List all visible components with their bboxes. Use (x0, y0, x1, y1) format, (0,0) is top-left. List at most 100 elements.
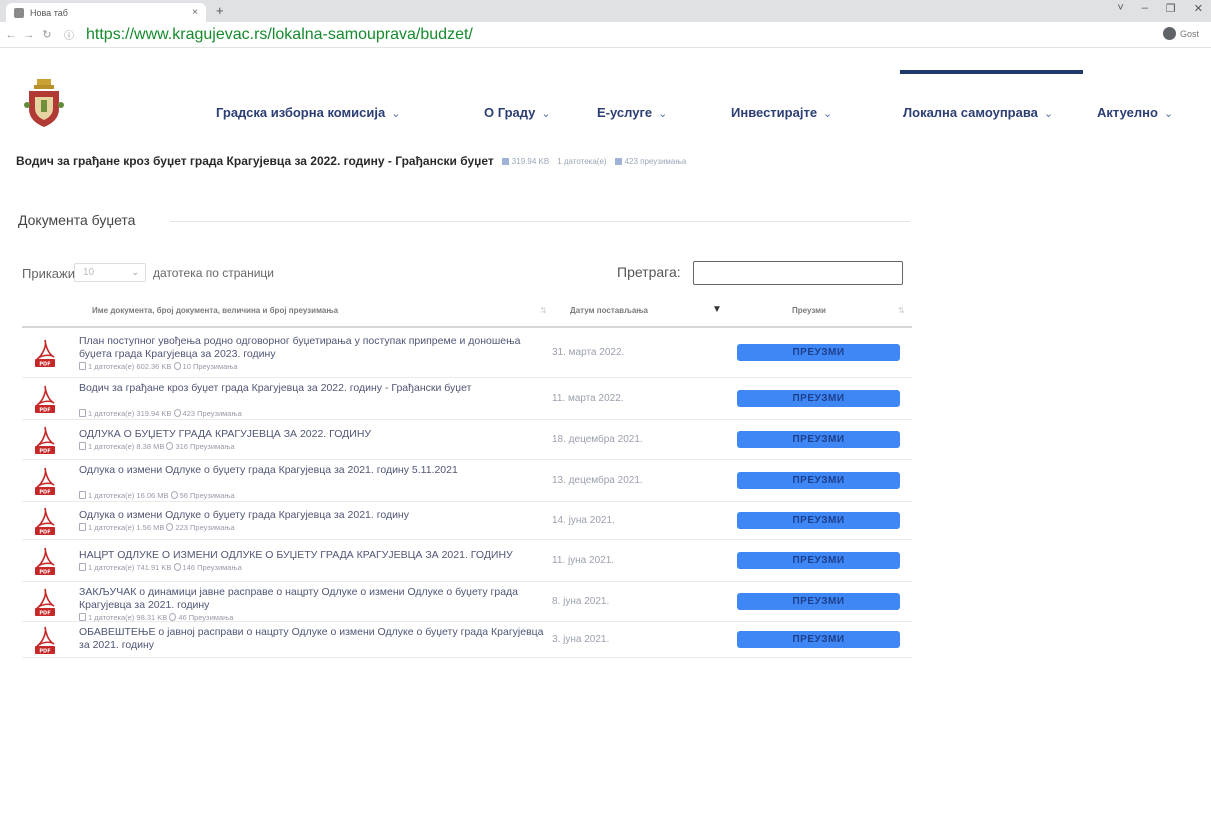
search-input[interactable] (693, 261, 903, 285)
header-document-name[interactable]: Име документа, број документа, величина … (92, 306, 338, 315)
nav-invest[interactable]: Инвестирајте ⌄ (731, 105, 832, 120)
download-count-icon (166, 523, 174, 531)
tab-close-icon[interactable]: × (192, 7, 198, 18)
window-controls: ˅ – ❐ ✕ (1117, 2, 1203, 15)
nav-election-commission[interactable]: Градска изборна комисија ⌄ (216, 105, 400, 120)
sort-icon[interactable]: ⇅ (540, 306, 547, 315)
close-window-icon[interactable]: ✕ (1194, 2, 1203, 15)
chevron-down-icon: ⌄ (823, 108, 833, 120)
table-controls: Прикажи 10 ⌄ датотека по страници Претра… (22, 261, 912, 286)
download-button[interactable]: ПРЕУЗМИ (737, 593, 900, 610)
forward-icon[interactable]: → (22, 29, 36, 41)
new-tab-icon[interactable]: + (216, 3, 224, 19)
table-row: PDF Одлука о измени Одлуке о буџету града… (22, 502, 912, 540)
document-meta: 1 датотека(е) 602.36 KB 10 Преузимања (79, 362, 238, 371)
document-meta: 1 датотека(е) 98.31 KB 46 Преузимања (79, 613, 233, 622)
document-file-count: 1 датотека(е) (88, 491, 135, 500)
header-download[interactable]: Преузми (792, 306, 826, 315)
document-downloads: 56 Преузимања (179, 491, 235, 500)
tab-search-icon[interactable]: ˅ (1117, 2, 1123, 15)
download-button[interactable]: ПРЕУЗМИ (737, 512, 900, 529)
svg-text:PDF: PDF (39, 408, 50, 414)
browser-tab-strip: Нова таб × + ˅ – ❐ ✕ (0, 0, 1211, 22)
document-date: 18. децембра 2021. (552, 434, 643, 445)
title-meta-files: 1 датотека(е) (557, 156, 607, 166)
title-meta-size: 319.94 KB (501, 157, 549, 166)
profile-button[interactable]: Gost (1162, 27, 1199, 40)
site-info-icon[interactable]: ⓘ (64, 27, 74, 42)
nav-local-government[interactable]: Локална самоуправа ⌄ (903, 105, 1053, 120)
document-file-count: 1 датотека(е) (88, 523, 135, 532)
document-date: 11. марта 2022. (552, 393, 624, 404)
document-date: 14. јуна 2021. (552, 515, 615, 526)
file-icon (79, 442, 86, 450)
reload-icon[interactable]: ↻ (40, 28, 54, 41)
chevron-down-icon: ⌄ (131, 267, 139, 277)
file-icon (79, 523, 86, 531)
back-icon[interactable]: ← (4, 29, 18, 41)
document-downloads: 223 Преузимања (175, 523, 235, 532)
chevron-down-icon: ⌄ (1043, 108, 1054, 120)
document-size: 16.06 MB (136, 491, 169, 500)
chevron-down-icon: ⌄ (658, 108, 668, 120)
active-nav-indicator (900, 70, 1083, 74)
browser-toolbar: ← → ↻ ⓘ https://www.kragujevac.rs/lokaln… (0, 22, 1211, 48)
svg-text:PDF: PDF (39, 570, 50, 576)
nav-e-services[interactable]: Е-услуге ⌄ (597, 105, 667, 120)
document-title-link[interactable]: ЗАКЉУЧАК о динамици јавне расправе о нац… (79, 586, 549, 612)
document-meta: 1 датотека(е) 8.38 MB 316 Преузимања (79, 442, 235, 451)
document-downloads: 316 Преузимања (175, 442, 235, 451)
document-title-link[interactable]: План поступног увођења родно одговорног … (79, 335, 549, 361)
minimize-icon[interactable]: – (1142, 2, 1148, 15)
table-row: PDF НАЦРТ ОДЛУКЕ О ИЗМЕНИ ОДЛУКЕ О БУЏЕТУ… (22, 540, 912, 582)
document-title-link[interactable]: Водич за грађане кроз буџет града Крагуј… (79, 382, 549, 395)
page-size-select[interactable]: 10 ⌄ (74, 263, 146, 282)
pdf-icon: PDF (35, 426, 55, 455)
document-downloads: 10 Преузимања (182, 362, 238, 371)
nav-news[interactable]: Актуелно ⌄ (1097, 105, 1173, 120)
page-title[interactable]: Водич за грађане кроз буџет града Крагуј… (16, 154, 494, 168)
document-size: 1.56 MB (136, 523, 165, 532)
pdf-icon: PDF (35, 626, 55, 655)
sort-icon[interactable]: ⇅ (898, 306, 905, 315)
document-title-link[interactable]: ОБАВЕШТЕЊЕ о јавној расправи о нацрту Од… (79, 626, 549, 652)
download-button[interactable]: ПРЕУЗМИ (737, 344, 900, 361)
maximize-icon[interactable]: ❐ (1166, 2, 1176, 15)
section-title: Документа буџета (18, 212, 136, 228)
document-file-count: 1 датотека(е) (88, 442, 135, 451)
browser-tab[interactable]: Нова таб × (6, 3, 206, 22)
document-title-link[interactable]: Одлука о измени Одлуке о буџету града Кр… (79, 509, 549, 522)
document-size: 741.91 KB (136, 563, 172, 572)
document-title-link[interactable]: ОДЛУКА О БУЏЕТУ ГРАДА КРАГУЈЕВЦА ЗА 2022… (79, 428, 549, 441)
document-title-link[interactable]: НАЦРТ ОДЛУКЕ О ИЗМЕНИ ОДЛУКЕ О БУЏЕТУ ГР… (79, 549, 549, 562)
document-date: 13. децембра 2021. (552, 475, 643, 486)
download-button[interactable]: ПРЕУЗМИ (737, 631, 900, 648)
document-downloads: 146 Преузимања (182, 563, 242, 572)
download-button[interactable]: ПРЕУЗМИ (737, 390, 900, 407)
document-size: 8.38 MB (136, 442, 165, 451)
document-date: 8. јуна 2021. (552, 596, 610, 607)
svg-text:PDF: PDF (39, 362, 50, 368)
pdf-icon: PDF (35, 507, 55, 536)
document-file-count: 1 датотека(е) (88, 613, 135, 622)
header-upload-date[interactable]: Датум постављања (570, 306, 648, 315)
sort-desc-icon[interactable]: ▼ (712, 304, 722, 315)
address-bar[interactable]: https://www.kragujevac.rs/lokalna-samoup… (86, 26, 473, 44)
document-file-count: 1 датотека(е) (88, 409, 135, 418)
tab-favicon-icon (14, 7, 24, 18)
document-title-link[interactable]: Одлука о измени Одлуке о буџету града Кр… (79, 464, 549, 477)
nav-about-city[interactable]: О Граду ⌄ (484, 105, 551, 120)
download-button[interactable]: ПРЕУЗМИ (737, 552, 900, 569)
table-row: PDF Водич за грађане кроз буџет града Кра… (22, 378, 912, 420)
download-button[interactable]: ПРЕУЗМИ (737, 472, 900, 489)
chevron-down-icon: ⌄ (1163, 108, 1174, 120)
document-file-count: 1 датотека(е) (88, 362, 135, 371)
file-icon (79, 563, 86, 571)
download-button[interactable]: ПРЕУЗМИ (737, 431, 900, 448)
file-icon (79, 409, 86, 417)
download-count-icon (173, 362, 181, 370)
table-header: Име документа, број документа, величина … (22, 298, 912, 328)
svg-text:PDF: PDF (39, 449, 50, 455)
profile-icon (1162, 27, 1176, 40)
svg-text:PDF: PDF (39, 530, 50, 536)
